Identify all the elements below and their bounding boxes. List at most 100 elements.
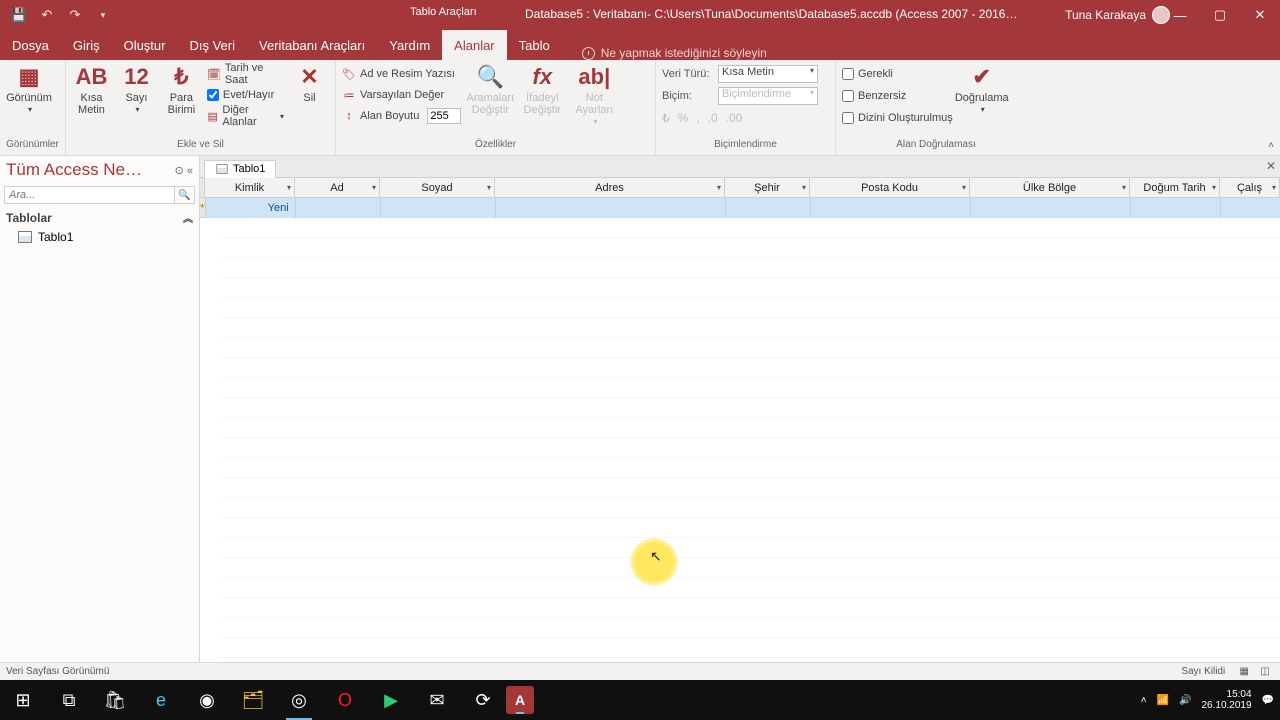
cell[interactable]: Yeni bbox=[206, 198, 296, 218]
nav-collapse-icon[interactable]: ⊙ « bbox=[175, 164, 193, 177]
column-header[interactable]: Kimlik▾ bbox=[205, 178, 295, 198]
indexed-check[interactable]: Dizini Oluşturulmuş bbox=[842, 108, 953, 128]
undo-icon[interactable]: ↶ bbox=[36, 4, 58, 26]
cell[interactable] bbox=[1221, 198, 1280, 218]
tab-dosya[interactable]: Dosya bbox=[0, 30, 61, 60]
default-value-button[interactable]: ≔Varsayılan Değer bbox=[342, 85, 461, 105]
column-header[interactable]: Şehir▾ bbox=[725, 178, 810, 198]
media-icon[interactable]: ▶ bbox=[368, 680, 414, 720]
chevron-down-icon[interactable]: ▾ bbox=[287, 183, 291, 192]
yesno-button[interactable]: Evet/Hayır bbox=[207, 85, 284, 105]
number-button[interactable]: 12Sayı▾ bbox=[117, 64, 156, 115]
column-header[interactable]: Adres▾ bbox=[495, 178, 725, 198]
tell-me[interactable]: Ne yapmak istediğinizi söyleyin bbox=[582, 46, 767, 60]
column-header[interactable]: Posta Kodu▾ bbox=[810, 178, 970, 198]
tray-up-icon[interactable]: ˄ bbox=[1141, 695, 1147, 706]
qat-more-icon[interactable]: ▾ bbox=[92, 4, 114, 26]
chevron-down-icon[interactable]: ▾ bbox=[802, 183, 806, 192]
cell[interactable] bbox=[971, 198, 1131, 218]
cell[interactable] bbox=[296, 198, 381, 218]
cell[interactable] bbox=[811, 198, 971, 218]
tab-giris[interactable]: Giriş bbox=[61, 30, 112, 60]
nav-item-tablo1[interactable]: Tablo1 bbox=[0, 227, 199, 247]
field-size-input[interactable] bbox=[427, 108, 461, 124]
column-headers: Kimlik▾Ad▾Soyad▾Adres▾Şehir▾Posta Kodu▾Ü… bbox=[200, 178, 1280, 198]
taskbar: ⊞ ⧉ 🛍 e ◉ 🗂 ◎ O ▶ ✉ ⟳ A ˄ 📶 🔊 15:04 26.1… bbox=[0, 680, 1280, 720]
tab-yardim[interactable]: Yardım bbox=[377, 30, 442, 60]
taskview-button[interactable]: ⧉ bbox=[46, 680, 92, 720]
group-views: ▦ Görünüm▾ Görünümler bbox=[0, 60, 66, 155]
store-icon[interactable]: 🛍 bbox=[92, 680, 138, 720]
new-record-row[interactable]: * Yeni bbox=[200, 198, 1280, 218]
cell[interactable] bbox=[381, 198, 496, 218]
chrome-icon[interactable]: ◉ bbox=[184, 680, 230, 720]
tell-me-label: Ne yapmak istediğinizi söyleyin bbox=[601, 46, 767, 60]
column-header[interactable]: Soyad ▾ bbox=[380, 178, 495, 198]
caption-button[interactable]: 🏷Ad ve Resim Yazısı bbox=[342, 64, 461, 84]
datasheet-view-btn[interactable]: ▦ bbox=[1235, 666, 1253, 677]
delete-button[interactable]: ✕Sil bbox=[290, 64, 329, 104]
cell[interactable] bbox=[1131, 198, 1221, 218]
tab-tablo[interactable]: Tablo bbox=[507, 30, 562, 60]
nav-search-input[interactable] bbox=[4, 186, 175, 204]
search-icon[interactable]: 🔍 bbox=[175, 186, 195, 204]
modify-lookups-label: Aramaları Değiştir bbox=[466, 92, 514, 116]
network-icon[interactable]: 📶 bbox=[1157, 695, 1169, 706]
volume-icon[interactable]: 🔊 bbox=[1179, 695, 1191, 706]
column-header[interactable]: Çalış▾ bbox=[1220, 178, 1280, 198]
currency-button[interactable]: ₺Para Birimi bbox=[162, 64, 201, 116]
datetime-button[interactable]: 🗓Tarih ve Saat bbox=[207, 64, 284, 84]
column-header[interactable]: Ad▾ bbox=[295, 178, 380, 198]
chevron-down-icon[interactable]: ▾ bbox=[1272, 183, 1276, 192]
doc-tab-tablo1[interactable]: Tablo1 bbox=[204, 160, 276, 178]
contextual-tab-label: Tablo Araçları bbox=[410, 6, 477, 18]
steam-icon[interactable]: ⟳ bbox=[460, 680, 506, 720]
required-check[interactable]: Gerekli bbox=[842, 64, 953, 84]
clock[interactable]: 15:04 26.10.2019 bbox=[1201, 689, 1251, 711]
short-text-button[interactable]: ABKısa Metin bbox=[72, 64, 111, 116]
chevron-down-icon[interactable]: ▾ bbox=[372, 183, 376, 192]
cell[interactable] bbox=[726, 198, 811, 218]
edge-icon[interactable]: e bbox=[138, 680, 184, 720]
view-button[interactable]: ▦ Görünüm▾ bbox=[6, 64, 52, 115]
nav-group-tables[interactable]: Tablolar ︽ bbox=[0, 206, 199, 227]
validation-button[interactable]: ✔Doğrulama▾ bbox=[959, 64, 1005, 115]
more-fields-button[interactable]: ▤Diğer Alanlar▾ bbox=[207, 106, 284, 126]
obs-icon[interactable]: ◎ bbox=[276, 680, 322, 720]
chevron-down-icon[interactable]: ▾ bbox=[962, 183, 966, 192]
data-type-combo[interactable]: Kısa Metin▾ bbox=[718, 65, 818, 83]
minimize-button[interactable]: — bbox=[1160, 0, 1200, 30]
group-properties: 🏷Ad ve Resim Yazısı ≔Varsayılan Değer ↕A… bbox=[336, 60, 656, 155]
collapse-ribbon-icon[interactable]: ˄ bbox=[1268, 140, 1274, 151]
explorer-icon[interactable]: 🗂 bbox=[230, 680, 276, 720]
unique-check[interactable]: Benzersiz bbox=[842, 86, 953, 106]
close-tab-icon[interactable]: ✕ bbox=[1266, 159, 1276, 173]
column-header[interactable]: Ülke Bölge▾ bbox=[970, 178, 1130, 198]
chevron-down-icon[interactable]: ▾ bbox=[1122, 183, 1126, 192]
close-button[interactable]: ✕ bbox=[1240, 0, 1280, 30]
tab-disveri[interactable]: Dış Veri bbox=[177, 30, 247, 60]
design-view-btn[interactable]: ◫ bbox=[1256, 666, 1274, 677]
tab-olustur[interactable]: Oluştur bbox=[112, 30, 178, 60]
account-area[interactable]: Tuna Karakaya bbox=[1065, 6, 1170, 24]
redo-icon[interactable]: ↷ bbox=[64, 4, 86, 26]
document-tabs: Tablo1 ✕ bbox=[200, 156, 1280, 178]
mail-icon[interactable]: ✉ bbox=[414, 680, 460, 720]
notifications-icon[interactable]: 💬 bbox=[1262, 695, 1274, 706]
tab-vbarac[interactable]: Veritabanı Araçları bbox=[247, 30, 377, 60]
maximize-button[interactable]: ▢ bbox=[1200, 0, 1240, 30]
start-button[interactable]: ⊞ bbox=[0, 680, 46, 720]
access-icon[interactable]: A bbox=[506, 686, 534, 714]
collapse-group-icon[interactable]: ︽ bbox=[183, 210, 193, 225]
opera-icon[interactable]: O bbox=[322, 680, 368, 720]
column-label: Soyad bbox=[421, 182, 452, 194]
cell[interactable] bbox=[496, 198, 726, 218]
grid-body[interactable] bbox=[220, 218, 1280, 662]
nav-header[interactable]: Tüm Access Ne… ⊙ « bbox=[0, 156, 199, 184]
chevron-down-icon[interactable]: ▾ bbox=[1212, 183, 1216, 192]
tab-alanlar[interactable]: Alanlar bbox=[442, 30, 506, 60]
chevron-down-icon[interactable]: ▾ bbox=[487, 183, 491, 192]
chevron-down-icon[interactable]: ▾ bbox=[717, 183, 721, 192]
column-header[interactable]: Doğum Tarih▾ bbox=[1130, 178, 1220, 198]
save-icon[interactable]: 💾 bbox=[8, 4, 30, 26]
